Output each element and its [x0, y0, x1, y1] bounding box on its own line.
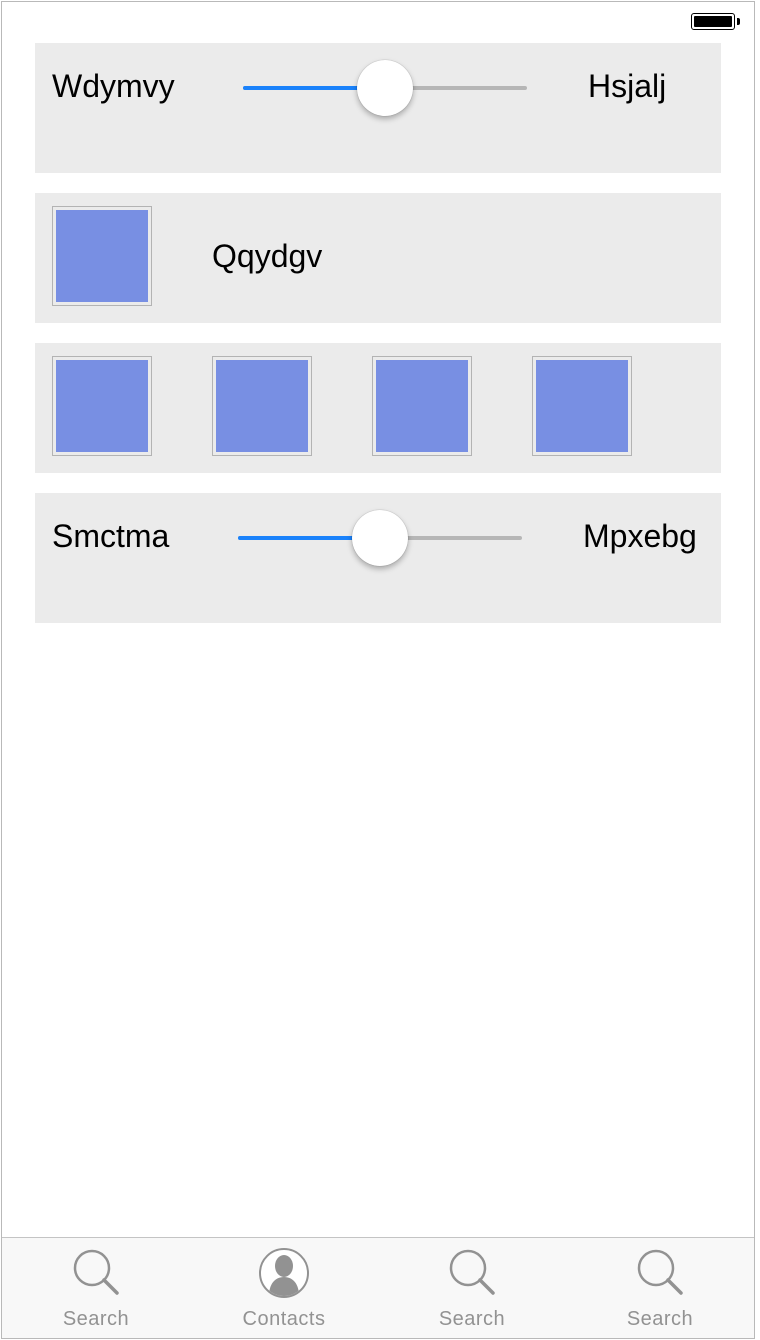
- slider-max-label: Mpxebg: [583, 518, 697, 554]
- contacts-icon: [259, 1248, 309, 1298]
- image-thumbnail: [536, 360, 628, 452]
- slider-row-1: Wdymvy Hsjalj: [35, 43, 721, 173]
- tab-search-1[interactable]: Search: [2, 1238, 190, 1338]
- tab-label: Search: [62, 1308, 130, 1330]
- tab-bar: Search Contacts Search Search: [2, 1237, 754, 1338]
- image-tile[interactable]: [212, 356, 312, 456]
- slider-row-2: Smctma Mpxebg: [35, 493, 721, 623]
- slider-2[interactable]: [238, 508, 522, 568]
- tab-search-3[interactable]: Search: [566, 1238, 754, 1338]
- status-bar: [2, 2, 754, 42]
- image-thumbnail: [376, 360, 468, 452]
- slider-min-label: Smctma: [52, 518, 170, 554]
- image-tile[interactable]: [532, 356, 632, 456]
- search-icon: [449, 1249, 495, 1295]
- tab-label: Search: [626, 1308, 694, 1330]
- slider-min-label: Wdymvy: [52, 68, 175, 104]
- slider-max-label: Hsjalj: [588, 68, 667, 104]
- search-icon: [73, 1249, 119, 1295]
- image-thumbnail: [216, 360, 308, 452]
- tab-contacts[interactable]: Contacts: [190, 1238, 378, 1338]
- slider-thumb[interactable]: [357, 60, 413, 116]
- image-thumbnail: [56, 210, 148, 302]
- image-tile[interactable]: [52, 356, 152, 456]
- battery-icon: [691, 13, 735, 30]
- tab-label: Search: [438, 1308, 506, 1330]
- battery-cap: [737, 18, 740, 25]
- device-screen: Wdymvy Hsjalj Qqydgv Smctma Mpxebg Searc…: [1, 1, 755, 1339]
- image-tile[interactable]: [372, 356, 472, 456]
- slider-thumb[interactable]: [352, 510, 408, 566]
- image-tile[interactable]: [52, 206, 152, 306]
- search-icon: [637, 1249, 683, 1295]
- image-label-row: Qqydgv: [35, 193, 721, 323]
- image-thumbnail: [56, 360, 148, 452]
- slider-1[interactable]: [243, 58, 527, 118]
- image-grid-row: [35, 343, 721, 473]
- row-label: Qqydgv: [212, 238, 323, 274]
- tab-search-2[interactable]: Search: [378, 1238, 566, 1338]
- tab-label: Contacts: [242, 1308, 326, 1330]
